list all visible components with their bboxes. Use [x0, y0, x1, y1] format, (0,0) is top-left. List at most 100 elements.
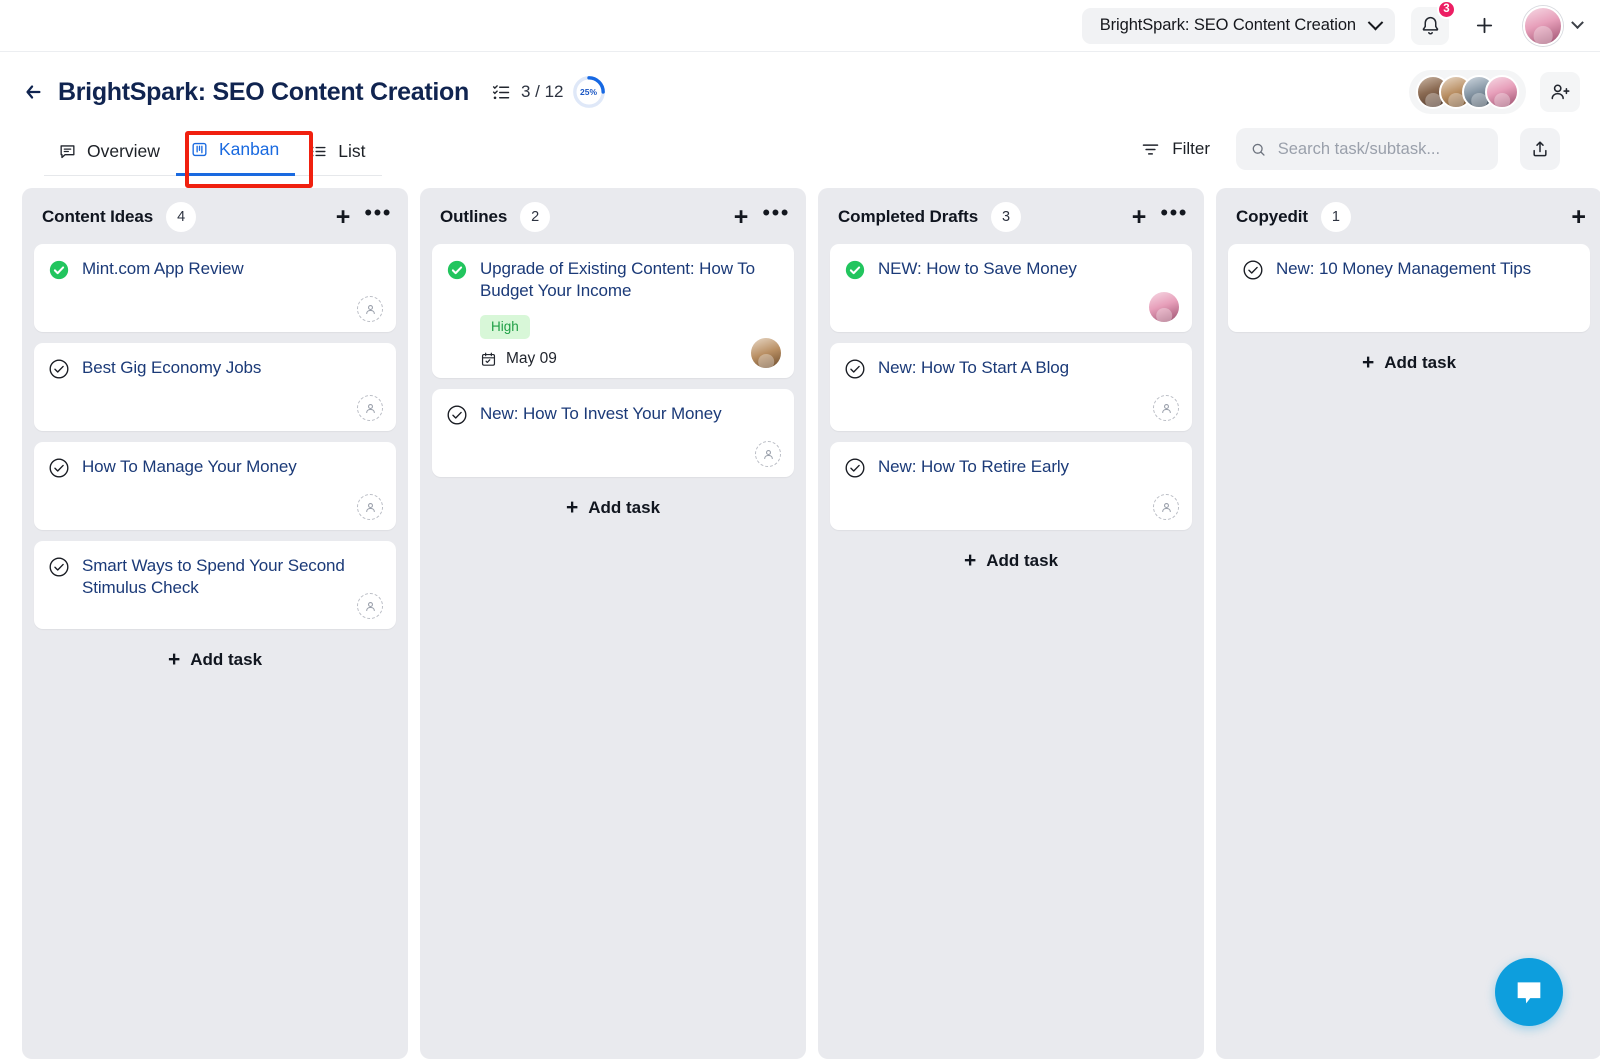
add-task-button[interactable]: + Add task	[1228, 343, 1590, 385]
person-icon	[1161, 502, 1171, 512]
notifications-button[interactable]: 3	[1411, 0, 1456, 45]
column-add-task-button[interactable]: +	[1571, 204, 1586, 230]
column-title: Copyedit	[1236, 207, 1308, 226]
task-incomplete-icon[interactable]	[48, 358, 70, 380]
export-button[interactable]	[1520, 128, 1560, 170]
avatar[interactable]	[1149, 292, 1179, 322]
task-card[interactable]: NEW: How to Save Money	[830, 244, 1192, 332]
column-menu-button[interactable]: •••	[364, 201, 392, 226]
task-card[interactable]: Smart Ways to Spend Your Second Stimulus…	[34, 541, 396, 629]
unassigned-avatar-placeholder[interactable]	[755, 441, 781, 468]
card-header: Smart Ways to Spend Your Second Stimulus…	[48, 555, 382, 599]
unassigned-avatar-placeholder[interactable]	[357, 395, 383, 421]
search-box[interactable]	[1236, 128, 1498, 170]
task-incomplete-icon[interactable]	[844, 457, 866, 479]
arrow-left-icon[interactable]	[22, 81, 44, 103]
tab-list[interactable]: List	[295, 131, 382, 176]
task-title: NEW: How to Save Money	[878, 259, 1077, 278]
chevron-down-icon	[1367, 14, 1384, 31]
project-header-right	[1409, 70, 1580, 114]
column-add-task-button[interactable]: +	[1132, 204, 1147, 230]
task-complete-icon[interactable]	[844, 259, 866, 281]
card-header: Mint.com App Review	[48, 258, 382, 281]
column-task-count: 2	[520, 202, 551, 232]
task-title: Upgrade of Existing Content: How To Budg…	[480, 259, 755, 301]
column-menu-button[interactable]: •••	[1160, 201, 1188, 226]
top-app-bar: BrightSpark: SEO Content Creation 3	[0, 0, 1600, 52]
column-add-task-button[interactable]: +	[734, 204, 749, 230]
task-title: New: How To Retire Early	[878, 457, 1069, 476]
task-incomplete-icon[interactable]	[48, 457, 70, 479]
task-title: New: How To Start A Blog	[878, 358, 1069, 377]
task-card[interactable]: Mint.com App Review	[34, 244, 396, 332]
task-incomplete-icon[interactable]	[446, 404, 468, 426]
task-complete-icon[interactable]	[446, 259, 468, 281]
plus-icon	[1476, 17, 1492, 34]
task-title: Smart Ways to Spend Your Second Stimulus…	[82, 556, 345, 598]
add-task-button[interactable]: + Add task	[34, 640, 396, 682]
column-header: Completed Drafts 3 + •••	[830, 201, 1192, 232]
unassigned-avatar-placeholder[interactable]	[1153, 395, 1179, 421]
card-assignee	[357, 395, 383, 421]
column-menu-button[interactable]: •••	[762, 201, 790, 226]
column-header: Copyedit 1 +	[1228, 202, 1590, 232]
member-avatar-stack[interactable]	[1409, 70, 1526, 114]
person-icon	[365, 403, 375, 413]
kanban-column: Copyedit 1 + New: 10 Money Management Ti…	[1216, 188, 1600, 1059]
export-upload-icon	[1533, 141, 1547, 157]
task-card[interactable]: How To Manage Your Money	[34, 442, 396, 530]
profile-chevron-down-icon[interactable]	[1571, 16, 1584, 30]
due-date[interactable]: May 09	[480, 350, 557, 368]
search-input[interactable]	[1277, 139, 1484, 159]
task-complete-icon[interactable]	[48, 259, 70, 281]
task-card[interactable]: New: How To Invest Your Money	[432, 389, 794, 478]
card-header: New: How To Invest Your Money	[446, 403, 780, 426]
task-card[interactable]: Upgrade of Existing Content: How To Budg…	[432, 244, 794, 379]
avatar[interactable]	[751, 338, 781, 369]
add-task-label: Add task	[1384, 352, 1457, 372]
task-title: New: How To Invest Your Money	[480, 404, 722, 424]
column-task-count: 1	[1320, 202, 1351, 232]
task-card[interactable]: New: How To Retire Early	[830, 442, 1192, 530]
task-card[interactable]: New: 10 Money Management Tips	[1228, 244, 1590, 332]
unassigned-avatar-placeholder[interactable]	[357, 494, 383, 520]
create-new-button[interactable]	[1465, 7, 1503, 45]
column-add-task-button[interactable]: +	[336, 204, 351, 230]
filter-button[interactable]: Filter	[1140, 139, 1210, 160]
column-title: Outlines	[440, 207, 508, 226]
comment-icon	[60, 145, 75, 159]
add-task-button[interactable]: + Add task	[432, 488, 794, 530]
task-title: New: 10 Money Management Tips	[1276, 259, 1532, 278]
column-title: Completed Drafts	[838, 207, 979, 226]
workspace-switcher[interactable]: BrightSpark: SEO Content Creation	[1081, 7, 1395, 44]
card-assignee	[1149, 292, 1179, 322]
profile-avatar[interactable]	[1523, 5, 1563, 46]
task-title: Mint.com App Review	[82, 259, 244, 278]
add-member-button[interactable]	[1540, 72, 1580, 112]
task-title: How To Manage Your Money	[82, 457, 297, 476]
add-task-label: Add task	[986, 550, 1059, 570]
kanban-board-icon	[192, 142, 207, 157]
add-task-label: Add task	[588, 497, 661, 517]
column-actions: + •••	[734, 201, 790, 230]
task-incomplete-icon[interactable]	[48, 556, 70, 578]
tab-overview[interactable]: Overview	[44, 131, 176, 176]
task-card[interactable]: New: How To Start A Blog	[830, 343, 1192, 431]
filter-label: Filter	[1172, 139, 1210, 158]
chat-support-button[interactable]	[1495, 958, 1563, 1026]
unassigned-avatar-placeholder[interactable]	[357, 593, 383, 619]
task-incomplete-icon[interactable]	[844, 358, 866, 380]
plus-icon: +	[565, 496, 579, 520]
add-task-button[interactable]: + Add task	[830, 541, 1192, 583]
task-incomplete-icon[interactable]	[1242, 259, 1264, 281]
task-card[interactable]: Best Gig Economy Jobs	[34, 343, 396, 431]
person-icon	[365, 502, 375, 512]
card-header: New: How To Start A Blog	[844, 357, 1178, 380]
unassigned-avatar-placeholder[interactable]	[357, 296, 383, 322]
unassigned-avatar-placeholder[interactable]	[1153, 494, 1179, 520]
project-title-row: BrightSpark: SEO Content Creation 3 / 12…	[22, 70, 1580, 114]
tab-kanban[interactable]: Kanban	[175, 129, 296, 176]
card-header: New: How To Retire Early	[844, 456, 1178, 479]
column-header: Outlines 2 + •••	[432, 201, 794, 232]
kanban-column: Content Ideas 4 + ••• Mint.com App Review	[22, 188, 408, 1059]
